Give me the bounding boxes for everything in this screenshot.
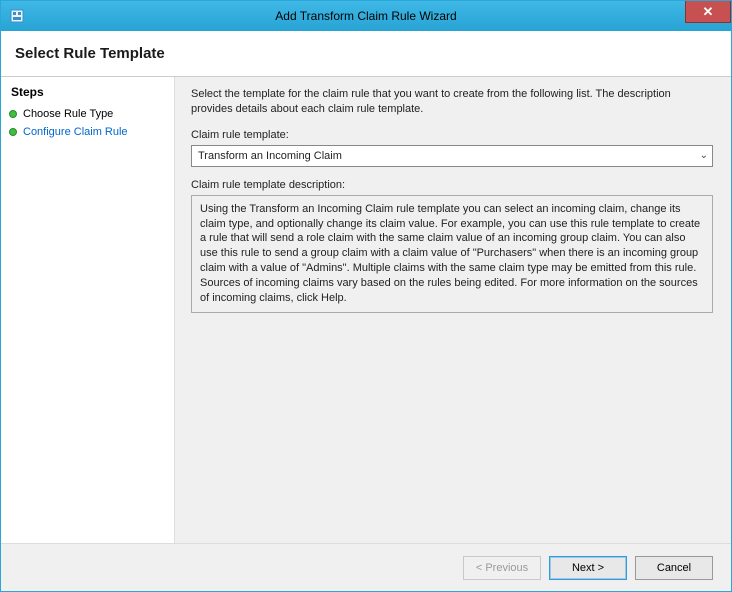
claim-rule-template-select[interactable]: Transform an Incoming Claim ⌄ [191, 145, 713, 167]
app-icon [9, 8, 25, 24]
template-description: Using the Transform an Incoming Claim ru… [191, 195, 713, 313]
titlebar: Add Transform Claim Rule Wizard ✕ [1, 1, 731, 31]
description-label: Claim rule template description: [191, 179, 713, 191]
intro-text: Select the template for the claim rule t… [191, 87, 713, 117]
window-title: Add Transform Claim Rule Wizard [1, 9, 731, 23]
step-label: Configure Claim Rule [23, 126, 128, 138]
selected-template: Transform an Incoming Claim [198, 150, 342, 162]
wizard-footer: < Previous Next > Cancel [1, 543, 731, 591]
template-label: Claim rule template: [191, 129, 713, 141]
step-choose-rule-type[interactable]: Choose Rule Type [1, 105, 174, 123]
page-header: Select Rule Template [1, 31, 731, 77]
main-panel: Select the template for the claim rule t… [175, 77, 731, 543]
previous-button: < Previous [463, 556, 541, 580]
close-icon: ✕ [703, 4, 714, 20]
wizard-body: Steps Choose Rule Type Configure Claim R… [1, 77, 731, 543]
step-bullet-icon [9, 110, 17, 118]
steps-sidebar: Steps Choose Rule Type Configure Claim R… [1, 77, 175, 543]
step-label: Choose Rule Type [23, 108, 113, 120]
close-button[interactable]: ✕ [685, 1, 731, 23]
step-bullet-icon [9, 128, 17, 136]
step-configure-claim-rule[interactable]: Configure Claim Rule [1, 123, 174, 141]
steps-heading: Steps [1, 83, 174, 105]
chevron-down-icon: ⌄ [700, 150, 708, 161]
page-title: Select Rule Template [15, 45, 165, 62]
next-button[interactable]: Next > [549, 556, 627, 580]
cancel-button[interactable]: Cancel [635, 556, 713, 580]
